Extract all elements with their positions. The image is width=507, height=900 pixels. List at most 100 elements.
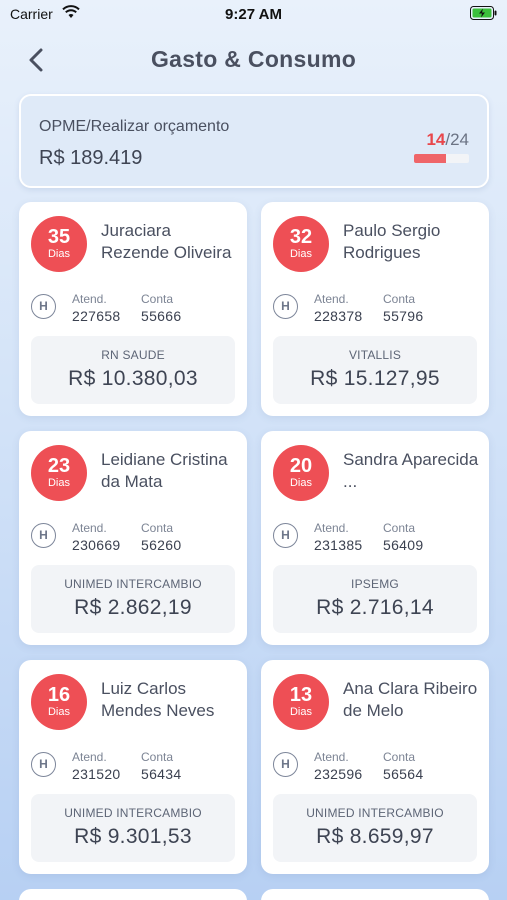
hospital-icon: H (31, 752, 56, 777)
conta-label: Conta (383, 521, 416, 535)
conta-value: 55796 (383, 308, 424, 324)
amount-box: UNIMED INTERCAMBIO R$ 9.301,53 (31, 794, 235, 862)
days-unit: Dias (289, 248, 312, 260)
insurer-name: VITALLIS (348, 348, 402, 362)
days-badge: 13 Dias (273, 674, 329, 730)
conta-label: Conta (383, 292, 416, 306)
nav-bar: Gasto & Consumo (0, 38, 507, 82)
clock: 9:27 AM (225, 6, 282, 23)
amount-box: VITALLIS R$ 15.127,95 (273, 336, 477, 404)
progress-bar (414, 154, 469, 163)
atend-value: 230669 (72, 537, 121, 553)
insurer-name: UNIMED INTERCAMBIO (306, 806, 444, 820)
conta-label: Conta (141, 750, 174, 764)
days-count: 35 (47, 226, 71, 248)
conta-label: Conta (141, 521, 174, 535)
conta-block: Conta 56434 (141, 750, 181, 782)
days-badge: 20 Dias (273, 445, 329, 501)
insurer-name: IPSEMG (351, 577, 399, 591)
conta-block: Conta 55796 (383, 292, 423, 324)
amount-value: R$ 15.127,95 (310, 367, 440, 390)
atend-label: Atend. (72, 292, 107, 306)
insurer-name: RN SAUDE (101, 348, 165, 362)
atend-block: Atend. 228378 (314, 292, 363, 324)
days-badge: 35 Dias (31, 216, 87, 272)
summary-value: R$ 189.419 (39, 147, 143, 169)
insurer-name: UNIMED INTERCAMBIO (64, 577, 202, 591)
days-count: 13 (289, 684, 313, 706)
days-badge: 16 Dias (31, 674, 87, 730)
amount-value: R$ 8.659,97 (316, 825, 434, 848)
amount-value: R$ 2.862,19 (74, 596, 192, 619)
summary-count-total: /24 (445, 130, 469, 149)
days-count: 23 (47, 455, 71, 477)
conta-value: 56434 (141, 766, 182, 782)
hospital-icon: H (31, 294, 56, 319)
conta-label: Conta (383, 750, 416, 764)
patient-card[interactable]: 32 Dias Paulo Sergio Rodrigues H Atend. … (261, 202, 489, 416)
days-count: 32 (289, 226, 313, 248)
days-badge: 32 Dias (273, 216, 329, 272)
atend-label: Atend. (72, 750, 107, 764)
patient-name: Sandra Aparecida ... (343, 450, 479, 491)
atend-label: Atend. (314, 292, 349, 306)
amount-box: UNIMED INTERCAMBIO R$ 2.862,19 (31, 565, 235, 633)
days-unit: Dias (47, 248, 70, 260)
atend-block: Atend. 231520 (72, 750, 121, 782)
conta-value: 56564 (383, 766, 424, 782)
patient-name: Luiz Carlos Mendes Neves (101, 679, 215, 720)
days-count: 20 (289, 455, 313, 477)
patient-card-partial[interactable] (19, 889, 247, 900)
days-unit: Dias (47, 477, 70, 489)
atend-block: Atend. 227658 (72, 292, 121, 324)
conta-block: Conta 55666 (141, 292, 181, 324)
days-unit: Dias (289, 706, 312, 718)
amount-value: R$ 10.380,03 (68, 367, 198, 390)
patient-card[interactable]: 16 Dias Luiz Carlos Mendes Neves H Atend… (19, 660, 247, 874)
hospital-icon: H (273, 752, 298, 777)
summary-card[interactable]: OPME/Realizar orçamento R$ 189.419 14/24 (19, 94, 489, 188)
atend-value: 227658 (72, 308, 121, 324)
atend-label: Atend. (314, 750, 349, 764)
patient-card-partial[interactable] (261, 889, 489, 900)
summary-label: OPME/Realizar orçamento (39, 118, 230, 135)
amount-value: R$ 9.301,53 (74, 825, 192, 848)
days-unit: Dias (289, 477, 312, 489)
atend-value: 231520 (72, 766, 121, 782)
atend-label: Atend. (314, 521, 349, 535)
atend-value: 228378 (314, 308, 363, 324)
patient-card[interactable]: 35 Dias Juraciara Rezende Oliveira H Ate… (19, 202, 247, 416)
conta-block: Conta 56564 (383, 750, 423, 782)
battery-charging-icon (470, 6, 497, 20)
atend-value: 231385 (314, 537, 363, 553)
conta-label: Conta (141, 292, 174, 306)
conta-value: 55666 (141, 308, 182, 324)
patient-name: Paulo Sergio Rodrigues (343, 221, 441, 262)
patient-name: Ana Clara Ribeiro de Melo (343, 679, 478, 720)
summary-count-current: 14 (426, 130, 446, 149)
summary-count: 14/24 (426, 130, 469, 150)
atend-value: 232596 (314, 766, 363, 782)
days-count: 16 (47, 684, 71, 706)
page-title: Gasto & Consumo (150, 46, 357, 72)
hospital-icon: H (31, 523, 56, 548)
atend-label: Atend. (72, 521, 107, 535)
patient-name: Juraciara Rezende Oliveira (101, 221, 232, 262)
hospital-icon: H (273, 523, 298, 548)
days-unit: Dias (47, 706, 70, 718)
status-bar: Carrier 9:27 AM (0, 0, 507, 28)
days-badge: 23 Dias (31, 445, 87, 501)
amount-value: R$ 2.716,14 (316, 596, 434, 619)
conta-block: Conta 56409 (383, 521, 423, 553)
amount-box: UNIMED INTERCAMBIO R$ 8.659,97 (273, 794, 477, 862)
hospital-icon: H (273, 294, 298, 319)
conta-value: 56409 (383, 537, 424, 553)
patient-card[interactable]: 23 Dias Leidiane Cristina da Mata H Aten… (19, 431, 247, 645)
atend-block: Atend. 231385 (314, 521, 363, 553)
patient-card[interactable]: 20 Dias Sandra Aparecida ... H Atend. 23… (261, 431, 489, 645)
insurer-name: UNIMED INTERCAMBIO (64, 806, 202, 820)
patient-card[interactable]: 13 Dias Ana Clara Ribeiro de Melo H Aten… (261, 660, 489, 874)
atend-block: Atend. 230669 (72, 521, 121, 553)
conta-value: 56260 (141, 537, 182, 553)
atend-block: Atend. 232596 (314, 750, 363, 782)
